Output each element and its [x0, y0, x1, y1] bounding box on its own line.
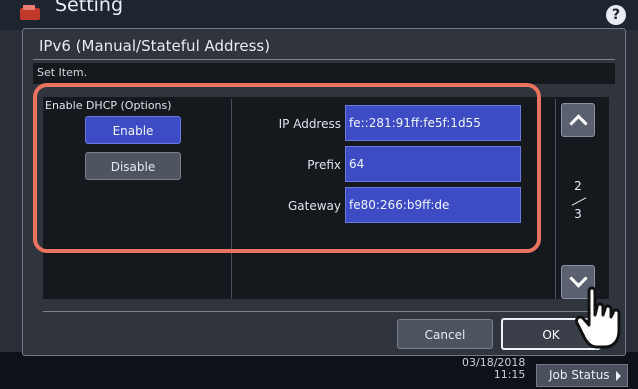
title-divider: [33, 59, 615, 60]
subheading-text: Set Item.: [37, 66, 88, 79]
subheading-bar: Set Item.: [33, 63, 615, 84]
logo-icon: [20, 5, 40, 20]
page-current: 2: [574, 179, 582, 193]
nav-divider: [555, 99, 556, 299]
footer-datetime: 03/18/2018 11:15: [462, 357, 525, 381]
app-header: Setting ?: [0, 0, 638, 30]
help-icon[interactable]: ?: [606, 5, 626, 25]
page-up-button[interactable]: [561, 103, 595, 137]
dialog-title: IPv6 (Manual/Stateful Address): [39, 37, 271, 55]
cancel-button[interactable]: Cancel: [397, 319, 493, 349]
play-arrow-icon: [616, 371, 621, 381]
pointing-hand-icon: [575, 286, 621, 349]
footer-time: 11:15: [493, 368, 526, 381]
job-status-button[interactable]: Job Status: [536, 364, 628, 387]
chevron-up-icon: [569, 114, 588, 133]
highlight-frame: [33, 83, 541, 253]
job-status-label: Job Status: [549, 368, 610, 382]
footer-divider: [43, 311, 609, 312]
page-total: 3: [574, 207, 582, 221]
app-title: Setting: [55, 0, 124, 16]
